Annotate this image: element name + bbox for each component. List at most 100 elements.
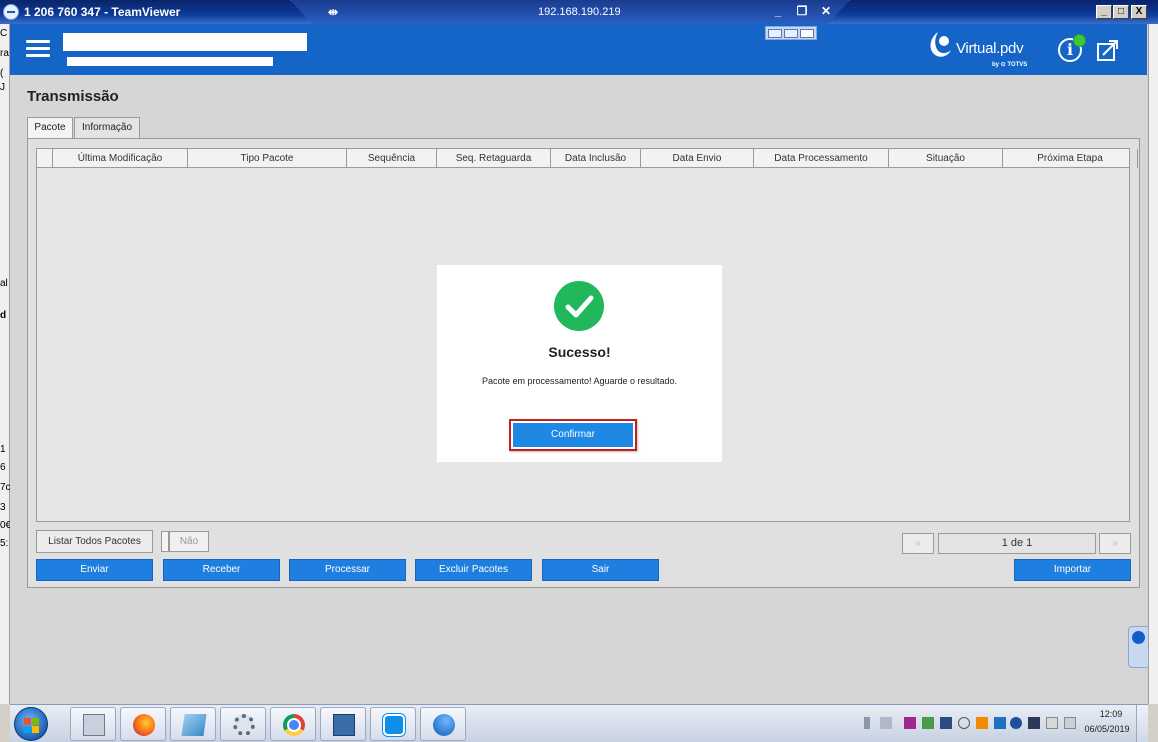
column-header[interactable]: Data Processamento: [754, 149, 889, 168]
teamviewer-side-panel-tab[interactable]: [1128, 626, 1148, 668]
tray-alert-icon[interactable]: [976, 717, 988, 729]
page-title: Transmissão: [27, 88, 119, 105]
toggle-handle[interactable]: [161, 531, 169, 552]
notepad-icon: [181, 714, 207, 736]
strip-text: 7c: [0, 482, 11, 493]
teamviewer-icon: [1132, 631, 1145, 644]
teamviewer-logo-icon: [3, 4, 19, 20]
column-header[interactable]: Sequência: [347, 149, 437, 168]
column-header[interactable]: Próxima Etapa: [1003, 149, 1138, 168]
tray-app-icon[interactable]: [904, 717, 916, 729]
delete-packages-button[interactable]: Excluir Pacotes: [415, 559, 532, 581]
hamburger-menu-icon[interactable]: [26, 40, 50, 58]
redacted-store-info: [67, 57, 273, 66]
column-header[interactable]: Data Envio: [641, 149, 754, 168]
external-window-icon[interactable]: [1097, 39, 1119, 61]
virtualpdv-logo: Virtual.pdv by ⊙ TOTVS: [926, 28, 1036, 70]
taskbar-settings[interactable]: [220, 707, 266, 741]
tray-grip-icon: [864, 717, 870, 729]
taskbar-teamviewer[interactable]: [370, 707, 416, 741]
app-header: Virtual.pdv by ⊙ TOTVS i: [10, 24, 1147, 75]
strip-text: C: [0, 28, 8, 39]
taskbar-virtualpdv[interactable]: [420, 707, 466, 741]
chrome-icon: [283, 714, 305, 736]
logo-text: Virtual.pdv: [956, 40, 1024, 57]
taskbar-chrome[interactable]: [270, 707, 316, 741]
virtualpdv-swoosh-icon: [930, 32, 951, 57]
list-all-packages-button[interactable]: Listar Todos Pacotes: [36, 530, 153, 553]
success-dialog: Sucesso! Pacote em processamento! Aguard…: [437, 265, 722, 462]
clock-time[interactable]: 12:09: [1091, 709, 1131, 719]
window-minimize-button[interactable]: _: [1096, 5, 1112, 19]
network-console-icon: [333, 714, 355, 736]
taskbar: 12:09 06/05/2019: [10, 704, 1148, 742]
strip-text: ra: [0, 48, 9, 59]
background-window-strip: C ra ( J al d 1 6 7c 3 0€ 5:: [0, 24, 11, 704]
remote-ip-address: 192.168.190.219: [538, 6, 621, 18]
column-header[interactable]: Data Inclusão: [551, 149, 641, 168]
clock-date[interactable]: 06/05/2019: [1080, 724, 1134, 734]
window-title: 1 206 760 347 - TeamViewer: [24, 5, 181, 19]
tray-update-icon[interactable]: [922, 717, 934, 729]
receive-button[interactable]: Receber: [163, 559, 280, 581]
chevron-down-icon[interactable]: [800, 29, 814, 38]
grid-header: Última Modificação Tipo Pacote Sequência…: [37, 149, 1138, 168]
taskbar-notepad[interactable]: [170, 707, 216, 741]
remote-close-button[interactable]: ✕: [818, 4, 834, 18]
tray-monitor-icon[interactable]: [1064, 717, 1076, 729]
window-close-button[interactable]: X: [1131, 5, 1147, 19]
column-header[interactable]: Situação: [889, 149, 1003, 168]
start-button[interactable]: [14, 707, 48, 741]
row-selector-header: [37, 149, 53, 168]
pin-toolbar-button[interactable]: ⇹: [322, 4, 344, 20]
tab-pacote[interactable]: Pacote: [27, 117, 73, 140]
remote-restore-button[interactable]: ❐: [794, 4, 810, 18]
import-button[interactable]: Importar: [1014, 559, 1131, 581]
column-header[interactable]: Seq. Retaguarda: [437, 149, 551, 168]
settings-gears-icon: [233, 714, 255, 736]
virtualpdv-app: Virtual.pdv by ⊙ TOTVS i Transmissão Pac…: [10, 24, 1147, 704]
show-desktop-button[interactable]: [1136, 705, 1148, 742]
tray-flag-icon[interactable]: [1046, 717, 1058, 729]
process-button[interactable]: Processar: [289, 559, 406, 581]
strip-text: al: [0, 278, 8, 289]
strip-text: 5:: [0, 538, 9, 549]
strip-text: (: [0, 68, 4, 79]
tray-clock-icon[interactable]: [1010, 717, 1022, 729]
tray-skype-icon[interactable]: [940, 717, 952, 729]
teamviewer-title-bar: 1 206 760 347 - TeamViewer ⇹ 192.168.190…: [0, 0, 1158, 24]
strip-text: 1: [0, 444, 6, 455]
tray-teamviewer-icon[interactable]: [994, 717, 1006, 729]
taskbar-calculator[interactable]: [70, 707, 116, 741]
send-button[interactable]: Enviar: [36, 559, 153, 581]
fullscreen-icon[interactable]: [784, 29, 798, 38]
calculator-icon: [83, 714, 105, 736]
toggle-value[interactable]: Não: [169, 531, 209, 552]
window-maximize-button[interactable]: □: [1113, 5, 1129, 19]
tray-printer-icon[interactable]: [880, 717, 892, 729]
column-header[interactable]: Tipo Pacote: [188, 149, 347, 168]
exit-button[interactable]: Sair: [542, 559, 659, 581]
strip-text: J: [0, 82, 5, 93]
column-header[interactable]: Última Modificação: [53, 149, 188, 168]
next-page-button[interactable]: »: [1099, 533, 1131, 554]
previous-page-button[interactable]: «: [902, 533, 934, 554]
screen: 1 206 760 347 - TeamViewer ⇹ 192.168.190…: [0, 0, 1158, 742]
tray-volume-icon[interactable]: [958, 717, 970, 729]
background-window-strip-right: [1148, 24, 1158, 704]
remote-view-toolbar[interactable]: [765, 26, 817, 40]
taskbar-network-console[interactable]: [320, 707, 366, 741]
remote-minimize-button[interactable]: _: [770, 4, 786, 18]
strip-text: d: [0, 310, 7, 321]
teamviewer-icon: [383, 714, 405, 736]
strip-text: 6: [0, 462, 6, 473]
tray-network-icon[interactable]: [1028, 717, 1040, 729]
virtualpdv-icon: [433, 714, 455, 736]
logo-subtext: by ⊙ TOTVS: [992, 62, 1028, 68]
tab-informacao[interactable]: Informação: [74, 117, 140, 139]
confirm-button[interactable]: Confirmar: [513, 423, 633, 447]
grid-view-icon[interactable]: [768, 29, 782, 38]
firefox-icon: [133, 714, 155, 736]
taskbar-firefox[interactable]: [120, 707, 166, 741]
strip-text: 3: [0, 502, 6, 513]
